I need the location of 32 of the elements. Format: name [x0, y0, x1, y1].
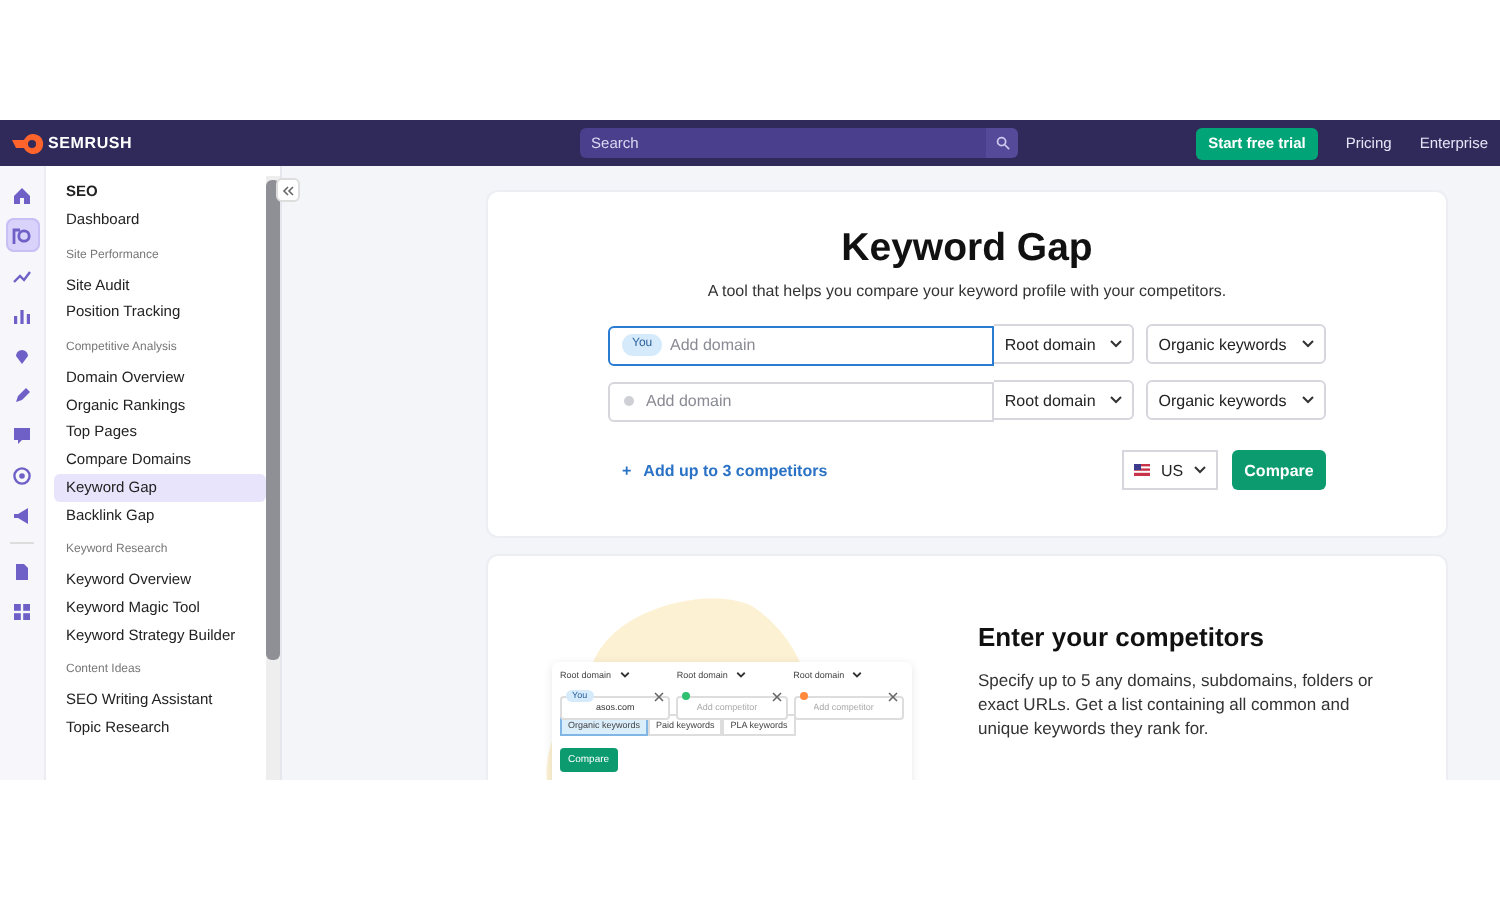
close-icon — [771, 691, 782, 701]
chevron-down-icon — [1194, 466, 1206, 474]
promo-text: Specify up to 5 any domains, subdomains, folders or exact URLs. Get a list containing all common and unique keywords they rank for. — [978, 668, 1375, 740]
scope-dropdown[interactable]: Root domain — [994, 324, 1135, 364]
country-dropdown[interactable]: US — [1122, 450, 1218, 490]
scrollbar[interactable] — [266, 176, 280, 780]
chevron-down-icon — [1110, 396, 1123, 404]
chevron-down-icon — [619, 672, 630, 678]
search-button[interactable] — [986, 128, 1019, 158]
flame-logo-icon — [12, 133, 44, 153]
page-subtitle: A tool that helps you compare your keyword profile with your competitors. — [707, 282, 1227, 300]
chevron-down-icon — [1302, 396, 1314, 404]
compare-button[interactable]: Compare — [1232, 450, 1326, 490]
dot-icon — [624, 395, 634, 405]
chevron-down-icon — [852, 672, 863, 678]
scope-dropdown[interactable]: Root domain — [994, 380, 1135, 420]
seo-icon[interactable] — [5, 218, 39, 252]
keyword-type-dropdown[interactable]: Organic keywords — [1146, 324, 1326, 364]
page-title: Keyword Gap — [841, 226, 1093, 272]
double-chevron-icon — [282, 185, 294, 195]
close-icon — [887, 691, 898, 701]
chevron-down-icon — [735, 672, 746, 678]
promo-heading: Enter your competitors — [978, 622, 1267, 652]
close-icon — [654, 691, 665, 701]
collapse-button[interactable] — [276, 178, 300, 202]
chevron-down-icon — [1110, 340, 1123, 348]
search-icon — [995, 136, 1010, 150]
brand-name: SEMRUSH — [48, 134, 133, 152]
add-competitors-link[interactable]: + Add up to 3 competitors — [622, 461, 828, 479]
chevron-down-icon — [1302, 340, 1314, 348]
flag-icon — [1134, 464, 1150, 476]
keyword-type-dropdown[interactable]: Organic keywords — [1146, 380, 1326, 420]
